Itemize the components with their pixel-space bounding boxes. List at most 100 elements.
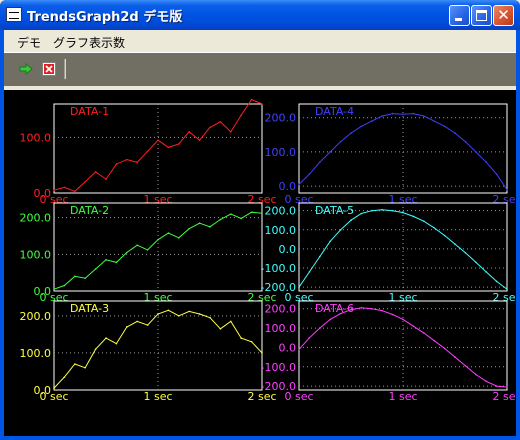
- data-point: [157, 313, 159, 315]
- data-point: [126, 158, 128, 161]
- data-point: [261, 103, 263, 105]
- data-point: [250, 211, 253, 213]
- y-tick-label: 200.0: [265, 205, 297, 218]
- chart-title: DATA-2: [70, 204, 109, 217]
- toolbar-separator: [64, 59, 66, 79]
- data-point: [219, 218, 222, 221]
- x-tick-label: 1 sec: [388, 291, 417, 304]
- data-point: [454, 132, 456, 134]
- chart-panel: 200.0100.00.00 sec1 sec2 secDATA-4: [265, 103, 516, 206]
- y-tick-label: 200.0: [20, 310, 52, 323]
- data-point: [506, 188, 508, 191]
- data-point: [485, 161, 488, 163]
- data-point: [495, 280, 498, 283]
- data-point: [308, 336, 311, 339]
- data-point: [402, 113, 404, 116]
- stop-button[interactable]: [42, 62, 56, 76]
- data-point: [485, 271, 488, 273]
- data-point: [115, 261, 118, 264]
- data-point: [443, 347, 446, 350]
- data-point: [360, 212, 363, 215]
- y-tick-label: -100.0: [261, 361, 296, 374]
- data-point: [146, 249, 149, 251]
- data-point: [136, 320, 138, 323]
- minimize-button[interactable]: [449, 5, 470, 26]
- data-point: [84, 277, 86, 279]
- data-point: [485, 380, 488, 383]
- y-tick-label: 100.0: [20, 248, 52, 261]
- data-point: [339, 228, 342, 231]
- start-button[interactable]: [19, 62, 33, 76]
- chart-title: DATA-5: [315, 204, 354, 217]
- x-tick-label: 2 sec: [492, 291, 516, 304]
- data-point: [261, 212, 263, 215]
- red-x-icon: [42, 62, 56, 76]
- data-point: [209, 316, 211, 319]
- data-point: [308, 271, 311, 273]
- data-point: [360, 306, 363, 309]
- y-tick-label: 100.0: [20, 347, 52, 360]
- app-icon[interactable]: [6, 7, 22, 22]
- data-point: [240, 217, 242, 220]
- data-point: [209, 226, 211, 228]
- data-point: [298, 348, 300, 351]
- data-point: [63, 376, 66, 378]
- data-point: [371, 120, 373, 122]
- data-point: [188, 310, 190, 313]
- data-point: [423, 332, 425, 334]
- x-tick-label: 1 sec: [388, 390, 417, 403]
- close-button[interactable]: ✕: [493, 5, 514, 26]
- menu-demo[interactable]: デモ: [17, 34, 41, 51]
- chart-panel: 200.0100.00.00 sec 1 sec 2 secDATA-2: [20, 202, 277, 304]
- data-point: [74, 363, 76, 365]
- data-point: [350, 132, 352, 134]
- data-point: [298, 286, 300, 288]
- data-point: [230, 213, 232, 215]
- chart-title: DATA-4: [315, 105, 354, 118]
- chart-panel: 200.0100.00.0-100.0-200.00 sec1 sec2 sec…: [261, 202, 516, 304]
- x-tick-label: 1 sec: [388, 193, 417, 206]
- data-point: [308, 173, 311, 175]
- data-point: [230, 320, 232, 323]
- y-tick-label: 100.0: [265, 322, 297, 335]
- x-tick-label: 2 sec: [492, 390, 516, 403]
- y-tick-label: 200.0: [20, 212, 52, 225]
- data-point: [219, 328, 222, 330]
- data-point: [475, 261, 477, 264]
- data-point: [495, 173, 498, 175]
- data-point: [360, 125, 363, 128]
- toolbar: [4, 52, 516, 86]
- data-point: [371, 307, 373, 310]
- data-point: [63, 186, 66, 189]
- data-point: [261, 352, 263, 354]
- data-point: [74, 190, 76, 193]
- data-point: [319, 161, 321, 163]
- data-point: [381, 208, 384, 211]
- data-point: [319, 255, 321, 258]
- data-point: [464, 140, 467, 143]
- data-point: [53, 288, 55, 290]
- data-point: [412, 215, 415, 218]
- data-point: [115, 163, 118, 165]
- data-point: [391, 313, 394, 316]
- data-point: [126, 326, 128, 328]
- y-tick-label: 100.0: [265, 224, 297, 237]
- data-point: [105, 178, 107, 180]
- data-point: [464, 365, 467, 367]
- data-point: [433, 120, 436, 122]
- x-tick-label: 2 sec: [492, 193, 516, 206]
- data-point: [298, 183, 300, 186]
- data-point: [329, 151, 332, 153]
- minimize-icon: [455, 18, 462, 21]
- menu-graph-count[interactable]: グラフ表示数: [53, 34, 125, 51]
- y-tick-label: 0.0: [279, 180, 297, 193]
- data-point: [198, 139, 201, 141]
- data-point: [198, 313, 201, 315]
- data-point: [126, 251, 128, 254]
- data-point: [329, 318, 332, 321]
- data-point: [178, 315, 180, 317]
- x-tick-label: 0 sec: [39, 390, 68, 403]
- title-bar[interactable]: TrendsGraph2d デモ版 ✕: [0, 0, 520, 30]
- maximize-button[interactable]: [471, 5, 492, 26]
- data-point: [146, 150, 149, 153]
